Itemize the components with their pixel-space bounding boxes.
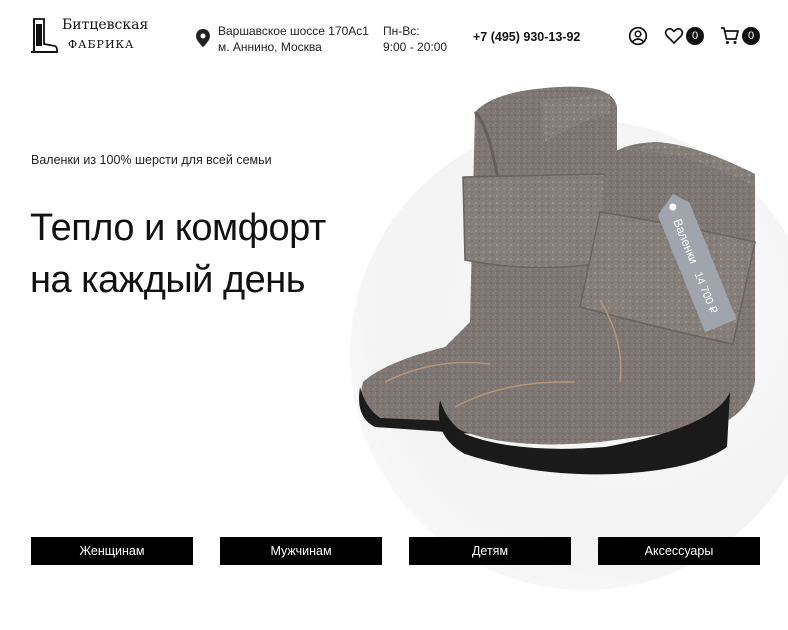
map-pin-icon [196,29,210,47]
felt-boot-icon [31,18,58,53]
logo[interactable]: Битцевская ФАБРИКА [30,16,148,54]
category-women-button[interactable]: Женщинам [31,537,193,565]
address-line-1: Варшавское шоссе 170Ас1 [218,24,369,38]
phone-link[interactable]: +7 (495) 930-13-92 [473,30,580,44]
site-header: Битцевская ФАБРИКА Варшавское шоссе 170А… [0,0,788,80]
hours-time: 9:00 - 20:00 [383,40,448,54]
opening-hours: Пн-Вс: 9:00 - 20:00 [383,23,447,55]
cart-icon[interactable] [720,26,740,46]
logo-subtitle: ФАБРИКА [68,38,135,51]
hero-headline-line-2: на каждый день [30,259,306,301]
cart-count-badge: 0 [742,27,760,45]
heart-icon[interactable] [664,26,684,46]
category-accessories-button[interactable]: Аксессуары [598,537,760,565]
hero-tagline: Валенки из 100% шерсти для всей семьи [31,153,272,167]
hero-headline-line-1: Тепло и комфорт [30,207,326,249]
logo-name: Битцевская [62,17,149,33]
category-men-button[interactable]: Мужчинам [220,537,382,565]
address-line-2: м. Аннино, Москва [218,40,322,54]
hours-days: Пн-Вс: [383,24,420,38]
store-address: Варшавское шоссе 170Ас1 м. Аннино, Москв… [196,23,369,55]
user-icon[interactable] [628,26,648,46]
favorites-count-badge: 0 [686,27,704,45]
hero-headline: Тепло и комфорт на каждый день [30,202,326,306]
category-kids-button[interactable]: Детям [409,537,571,565]
felt-boots-image: Валенки 14 700 ₽ [359,86,756,475]
